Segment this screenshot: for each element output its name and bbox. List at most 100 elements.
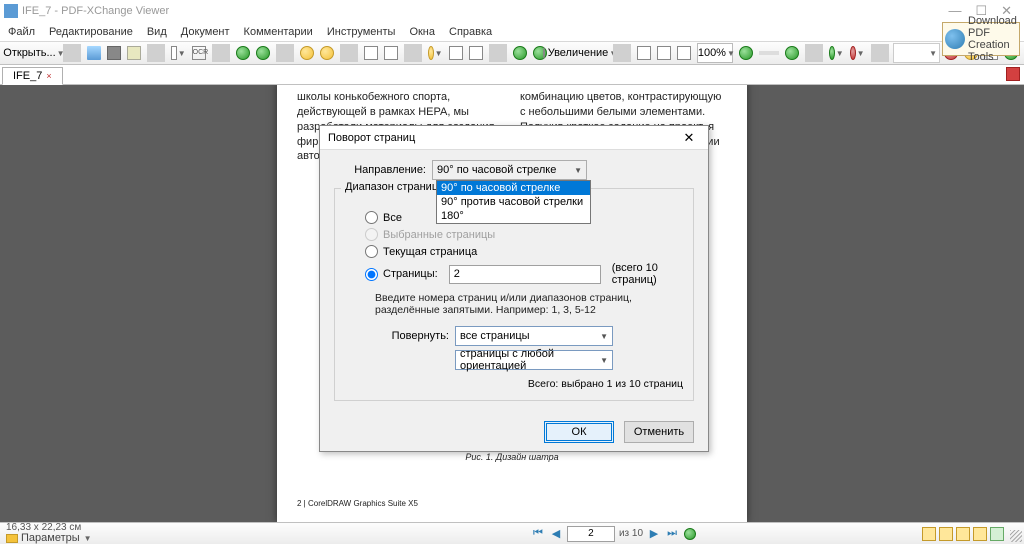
rotate-ccw-icon <box>364 46 378 60</box>
direction-label: Направление: <box>334 164 426 176</box>
rotate-label: Повернуть: <box>375 330 449 342</box>
fit-actual[interactable] <box>675 43 693 63</box>
dropdown1[interactable]: ▼ <box>893 43 940 63</box>
pages-input[interactable] <box>449 265 601 284</box>
radio-selected: Выбранные страницы <box>365 228 683 241</box>
document-tab[interactable]: IFE_7 × <box>2 67 63 85</box>
fit-actual-icon <box>677 46 691 60</box>
zoom-dec[interactable] <box>737 43 755 63</box>
nav-extra[interactable] <box>683 527 697 541</box>
tab-label: IFE_7 <box>13 70 42 82</box>
select-icon <box>428 46 434 60</box>
rotate-select[interactable]: все страницы▼ <box>455 326 613 346</box>
menu-edit[interactable]: Редактирование <box>49 26 133 38</box>
fit-width[interactable] <box>655 43 673 63</box>
mail-icon <box>127 46 141 60</box>
banner-text: Download PDF Creation Tools <box>968 15 1017 63</box>
globe-icon <box>945 29 965 49</box>
resize-grip[interactable] <box>1010 530 1022 542</box>
menu-help[interactable]: Справка <box>449 26 492 38</box>
dialog-buttons: ОК Отменить <box>320 413 708 451</box>
radio-current[interactable]: Текущая страница <box>365 245 683 258</box>
download-banner[interactable]: Download PDF Creation Tools <box>942 22 1020 56</box>
prev-page-button[interactable]: ◀ <box>549 527 563 541</box>
ocr-button[interactable]: OCR <box>190 43 208 63</box>
option-90cw[interactable]: 90° по часовой стрелке <box>437 181 590 195</box>
menu-document[interactable]: Документ <box>181 26 230 38</box>
rotate-cw[interactable] <box>382 43 400 63</box>
scan-icon <box>171 46 177 60</box>
continuous-icon[interactable] <box>939 527 953 541</box>
radio-pages[interactable]: Страницы: (всего 10 страниц) <box>365 262 683 286</box>
redo-icon <box>320 46 334 60</box>
view-mode-5-icon[interactable] <box>990 527 1004 541</box>
hand-tool[interactable] <box>447 43 465 63</box>
page-footer: 2 | CorelDRAW Graphics Suite X5 <box>297 499 418 508</box>
tab-close-icon[interactable]: × <box>46 71 51 81</box>
menu-view[interactable]: Вид <box>147 26 167 38</box>
check-icon <box>829 46 835 60</box>
menu-windows[interactable]: Окна <box>409 26 435 38</box>
print-button[interactable] <box>105 43 123 63</box>
scan-button[interactable]: ▼ <box>169 43 188 63</box>
minus-icon <box>739 46 753 60</box>
pages-total: (всего 10 страниц) <box>612 262 683 286</box>
magnifier-icon <box>543 47 545 59</box>
fit-page-icon <box>637 46 651 60</box>
rotate-ccw[interactable] <box>362 43 380 63</box>
ocr-icon: OCR <box>192 46 206 60</box>
stamp-approve[interactable]: ▼ <box>827 43 846 63</box>
last-page-button[interactable]: ⏭ <box>665 527 679 541</box>
next-page-button[interactable]: ▶ <box>647 527 661 541</box>
direction-select[interactable]: 90° по часовой стрелке▼ <box>432 160 587 180</box>
window-title: IFE_7 - PDF-XChange Viewer <box>22 5 948 17</box>
snapshot-icon <box>469 46 483 60</box>
tabstrip: IFE_7 × <box>0 65 1024 85</box>
hand-icon <box>449 46 463 60</box>
snapshot-tool[interactable] <box>467 43 485 63</box>
ad-icon <box>850 46 856 60</box>
rotate-cw-icon <box>384 46 398 60</box>
page-input[interactable] <box>567 526 615 542</box>
facing-icon[interactable] <box>956 527 970 541</box>
params-button[interactable]: Параметры ▼ <box>6 533 306 544</box>
fit-page[interactable] <box>635 43 653 63</box>
select-tool[interactable]: ▼ <box>426 43 445 63</box>
rotate-pages-dialog: Поворот страниц ✕ Направление: 90° по ча… <box>319 125 709 452</box>
group-title: Диапазон страниц <box>341 181 442 193</box>
redo-button[interactable] <box>318 43 336 63</box>
orientation-select[interactable]: страницы с любой ориентацией▼ <box>455 350 613 370</box>
close-all-tabs[interactable] <box>1006 67 1020 81</box>
disk-icon <box>87 46 101 60</box>
zoom-out[interactable] <box>511 43 529 63</box>
menu-tools[interactable]: Инструменты <box>327 26 396 38</box>
undo-button[interactable] <box>298 43 316 63</box>
menu-comments[interactable]: Комментарии <box>244 26 313 38</box>
option-180[interactable]: 180° <box>437 209 590 223</box>
dialog-close-button[interactable]: ✕ <box>678 130 700 146</box>
first-page-button[interactable]: ⏮ <box>531 527 545 541</box>
mail-button[interactable] <box>125 43 143 63</box>
back-icon <box>236 46 250 60</box>
facing-cont-icon[interactable] <box>973 527 987 541</box>
print-icon <box>107 46 121 60</box>
nav-fwd[interactable] <box>254 43 272 63</box>
open-button[interactable]: Открыть...▼ <box>4 43 59 63</box>
stamp-ad[interactable]: ▼ <box>848 43 867 63</box>
nav-back[interactable] <box>234 43 252 63</box>
fit-width-icon <box>657 46 671 60</box>
option-90ccw[interactable]: 90° против часовой стрелки <box>437 195 590 209</box>
menu-file[interactable]: Файл <box>8 26 35 38</box>
zoom-field[interactable]: 100%▼ <box>697 43 733 63</box>
zoom-slider[interactable] <box>759 51 778 55</box>
cancel-button[interactable]: Отменить <box>624 421 694 443</box>
zoom-inc[interactable] <box>783 43 801 63</box>
zoom-tool[interactable]: Увеличение▼ <box>551 43 610 63</box>
single-page-icon[interactable] <box>922 527 936 541</box>
ok-button[interactable]: ОК <box>544 421 614 443</box>
menubar: Файл Редактирование Вид Документ Коммент… <box>0 22 1024 41</box>
minimize-button[interactable]: — <box>948 3 961 19</box>
save-button[interactable] <box>85 43 103 63</box>
undo-icon <box>300 46 314 60</box>
app-icon <box>4 4 18 18</box>
